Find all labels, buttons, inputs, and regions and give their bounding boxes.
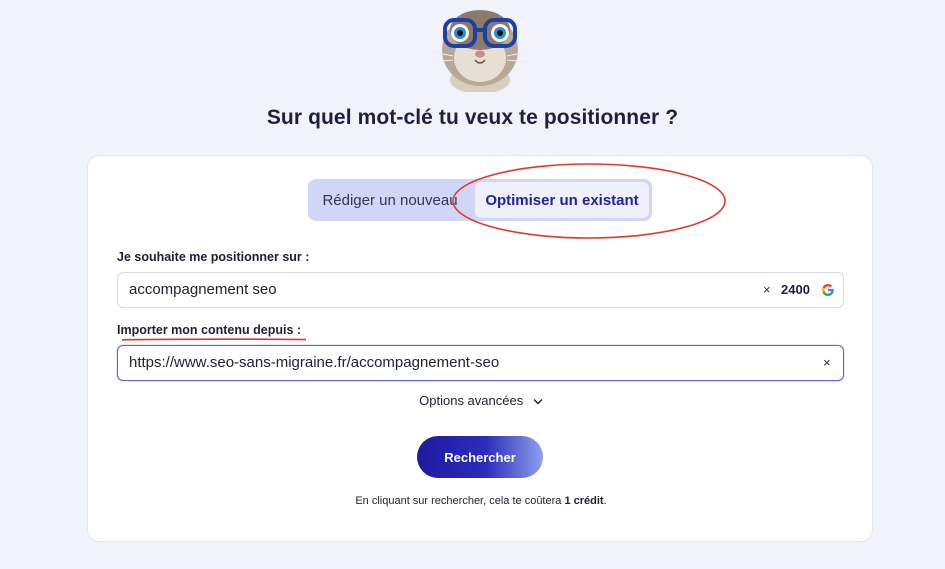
tab-optimize-existing[interactable]: Optimiser un existant xyxy=(475,182,649,218)
tab-write-new[interactable]: Rédiger un nouveau xyxy=(308,179,472,221)
keyword-label: Je souhaite me positionner sur : xyxy=(117,250,310,264)
import-url-value[interactable]: https://www.seo-sans-migraine.fr/accompa… xyxy=(129,346,499,380)
search-button[interactable]: Rechercher xyxy=(417,436,543,478)
import-url-input[interactable]: https://www.seo-sans-migraine.fr/accompa… xyxy=(117,345,844,381)
advanced-options-toggle[interactable]: Options avancées xyxy=(88,393,874,408)
keyword-clear-icon[interactable]: × xyxy=(763,273,771,307)
mode-toggle: Rédiger un nouveau Optimiser un existant xyxy=(308,179,652,221)
keyword-value[interactable]: accompagnement seo xyxy=(129,273,277,307)
advanced-options-label: Options avancées xyxy=(419,393,524,408)
cat-mascot-icon xyxy=(432,10,528,92)
page-title: Sur quel mot-clé tu veux te positionner … xyxy=(266,106,679,129)
import-clear-icon[interactable]: × xyxy=(823,346,831,380)
chevron-down-icon xyxy=(533,399,543,405)
credit-note-suffix: . xyxy=(603,495,607,507)
credit-amount: 1 crédit xyxy=(564,495,604,507)
page: Sur quel mot-clé tu veux te positionner … xyxy=(0,0,945,569)
import-label: Importer mon contenu depuis : xyxy=(117,323,302,337)
credit-note: En cliquant sur rechercher, cela te coût… xyxy=(88,495,874,507)
keyword-input[interactable]: accompagnement seo × 2400 xyxy=(117,272,844,308)
search-card: Rédiger un nouveau Optimiser un existant… xyxy=(87,155,873,542)
credit-note-prefix: En cliquant sur rechercher, cela te coût… xyxy=(355,495,565,507)
red-annotation-underline xyxy=(122,338,306,341)
search-volume: 2400 xyxy=(781,282,810,297)
google-icon xyxy=(821,283,834,296)
